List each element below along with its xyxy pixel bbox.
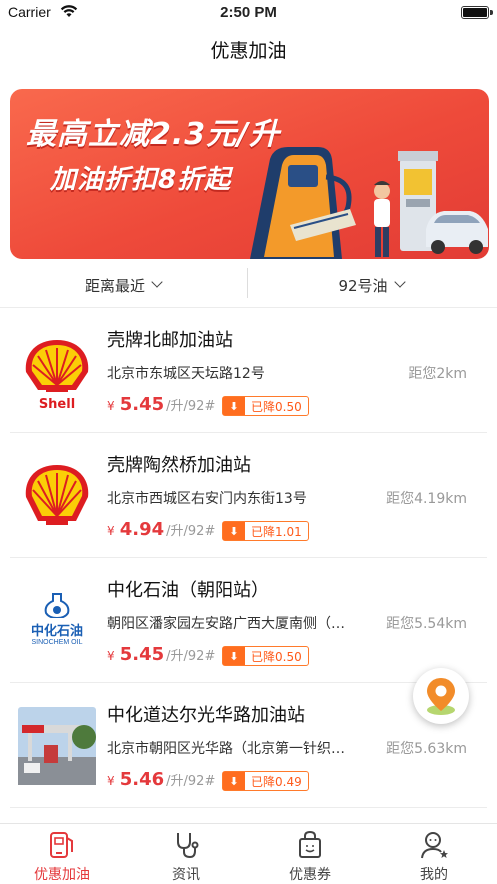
tab-news[interactable]: 资讯 xyxy=(124,824,248,884)
sinochem-logo-subtext: SINOCHEM OIL xyxy=(31,639,83,646)
discount-text: 已降1.01 xyxy=(251,524,302,539)
station-address: 北京市西城区右安门内东街13号 xyxy=(107,491,307,507)
filter-bar: 距离最近 92号油 xyxy=(0,262,497,308)
price-value: 5.45 xyxy=(119,394,165,415)
arrow-down-icon: ⬇ xyxy=(223,522,245,540)
discount-badge: ⬇ 已降1.01 xyxy=(222,521,309,541)
status-bar: Carrier 2:50 PM xyxy=(0,0,497,26)
discount-text: 已降0.50 xyxy=(251,649,302,664)
battery-tip xyxy=(490,10,493,15)
sinochem-logo-icon: 中化石油 SINOCHEM OIL xyxy=(18,582,96,660)
price-unit: /升/92# xyxy=(166,399,216,414)
fuel-type-dropdown[interactable]: 92号油 xyxy=(248,262,494,308)
station-list-item[interactable]: Shell 壳牌北邮加油站 北京市东城区天坛路12号 距您2km ¥ 5.45/… xyxy=(0,308,497,433)
station-price: ¥ 5.45/升/92# xyxy=(107,394,215,415)
promo-banner[interactable]: 最高立减2.3元/升 加油折扣8折起 xyxy=(10,89,489,259)
price-value: 5.46 xyxy=(119,769,165,790)
divider xyxy=(10,807,487,808)
station-price: ¥ 5.45/升/92# xyxy=(107,644,215,665)
station-price: ¥ 5.46/升/92# xyxy=(107,769,215,790)
station-distance: 距您2km xyxy=(408,366,467,382)
map-location-button[interactable] xyxy=(413,668,469,724)
arrow-down-icon: ⬇ xyxy=(223,647,245,665)
price-unit: /升/92# xyxy=(166,774,216,789)
tab-bar: 优惠加油 资讯 优惠券 我的 xyxy=(0,823,497,883)
price-value: 5.45 xyxy=(119,644,165,665)
discount-text: 已降0.49 xyxy=(251,774,302,789)
price-unit: /升/92# xyxy=(166,524,216,539)
tab-profile[interactable]: 我的 xyxy=(372,824,496,884)
map-pin-icon xyxy=(427,678,455,715)
price-value: 4.94 xyxy=(119,519,165,540)
station-list-item[interactable]: 壳牌陶然桥加油站 北京市西城区右安门内东街13号 距您4.19km ¥ 4.94… xyxy=(0,433,497,558)
chevron-down-icon xyxy=(393,276,406,288)
arrow-down-icon: ⬇ xyxy=(223,772,245,790)
currency-symbol: ¥ xyxy=(107,524,115,538)
station-price: ¥ 4.94/升/92# xyxy=(107,519,215,540)
coupon-bag-icon xyxy=(299,830,321,858)
station-name: 中化道达尔光华路加油站 xyxy=(107,705,305,726)
user-star-icon xyxy=(421,832,448,859)
banner-subheadline: 加油折扣8折起 xyxy=(50,165,232,195)
clock: 2:50 PM xyxy=(220,4,277,21)
stethoscope-icon xyxy=(177,833,199,859)
discount-text: 已降0.50 xyxy=(251,399,302,414)
chevron-down-icon xyxy=(151,276,163,288)
station-distance: 距您5.54km xyxy=(386,616,467,632)
fuel-phone-icon xyxy=(50,832,73,858)
battery-icon xyxy=(461,6,489,19)
sort-distance-label: 距离最近 xyxy=(84,276,145,295)
fuel-type-label: 92号油 xyxy=(338,276,388,295)
station-distance: 距您5.63km xyxy=(386,741,467,757)
tab-label: 我的 xyxy=(420,867,448,883)
shell-logo-icon: Shell xyxy=(25,340,89,410)
svg-text:Shell: Shell xyxy=(39,397,75,410)
arrow-down-icon: ⬇ xyxy=(223,397,245,415)
price-unit: /升/92# xyxy=(166,649,216,664)
discount-badge: ⬇ 已降0.50 xyxy=(222,646,309,666)
fuel-pump-illustration-icon xyxy=(250,147,488,259)
tab-label: 优惠券 xyxy=(289,867,331,883)
tab-coupons[interactable]: 优惠券 xyxy=(248,824,372,884)
station-name: 中化石油（朝阳站） xyxy=(107,580,269,601)
currency-symbol: ¥ xyxy=(107,774,115,788)
discount-badge: ⬇ 已降0.50 xyxy=(222,396,309,416)
station-address: 朝阳区潘家园左安路广西大厦南侧（… xyxy=(107,616,345,632)
shell-logo-icon xyxy=(25,465,89,525)
station-distance: 距您4.19km xyxy=(386,491,467,507)
station-photo xyxy=(18,707,96,785)
sort-distance-dropdown[interactable]: 距离最近 xyxy=(0,262,246,308)
tab-fuel-discount[interactable]: 优惠加油 xyxy=(0,824,124,884)
sinochem-logo-text: 中化石油 xyxy=(30,624,83,639)
tab-label: 优惠加油 xyxy=(34,867,90,883)
currency-symbol: ¥ xyxy=(107,399,115,413)
discount-badge: ⬇ 已降0.49 xyxy=(222,771,309,791)
station-name: 壳牌北邮加油站 xyxy=(107,330,233,351)
page-title: 优惠加油 xyxy=(210,40,287,62)
station-name: 壳牌陶然桥加油站 xyxy=(107,455,251,476)
station-list-item[interactable]: 中化石油 SINOCHEM OIL 中化石油（朝阳站） 朝阳区潘家园左安路广西大… xyxy=(0,558,497,683)
currency-symbol: ¥ xyxy=(107,649,115,663)
tab-label: 资讯 xyxy=(172,867,200,883)
station-address: 北京市朝阳区光华路（北京第一针织… xyxy=(107,741,345,757)
station-address: 北京市东城区天坛路12号 xyxy=(107,366,265,382)
